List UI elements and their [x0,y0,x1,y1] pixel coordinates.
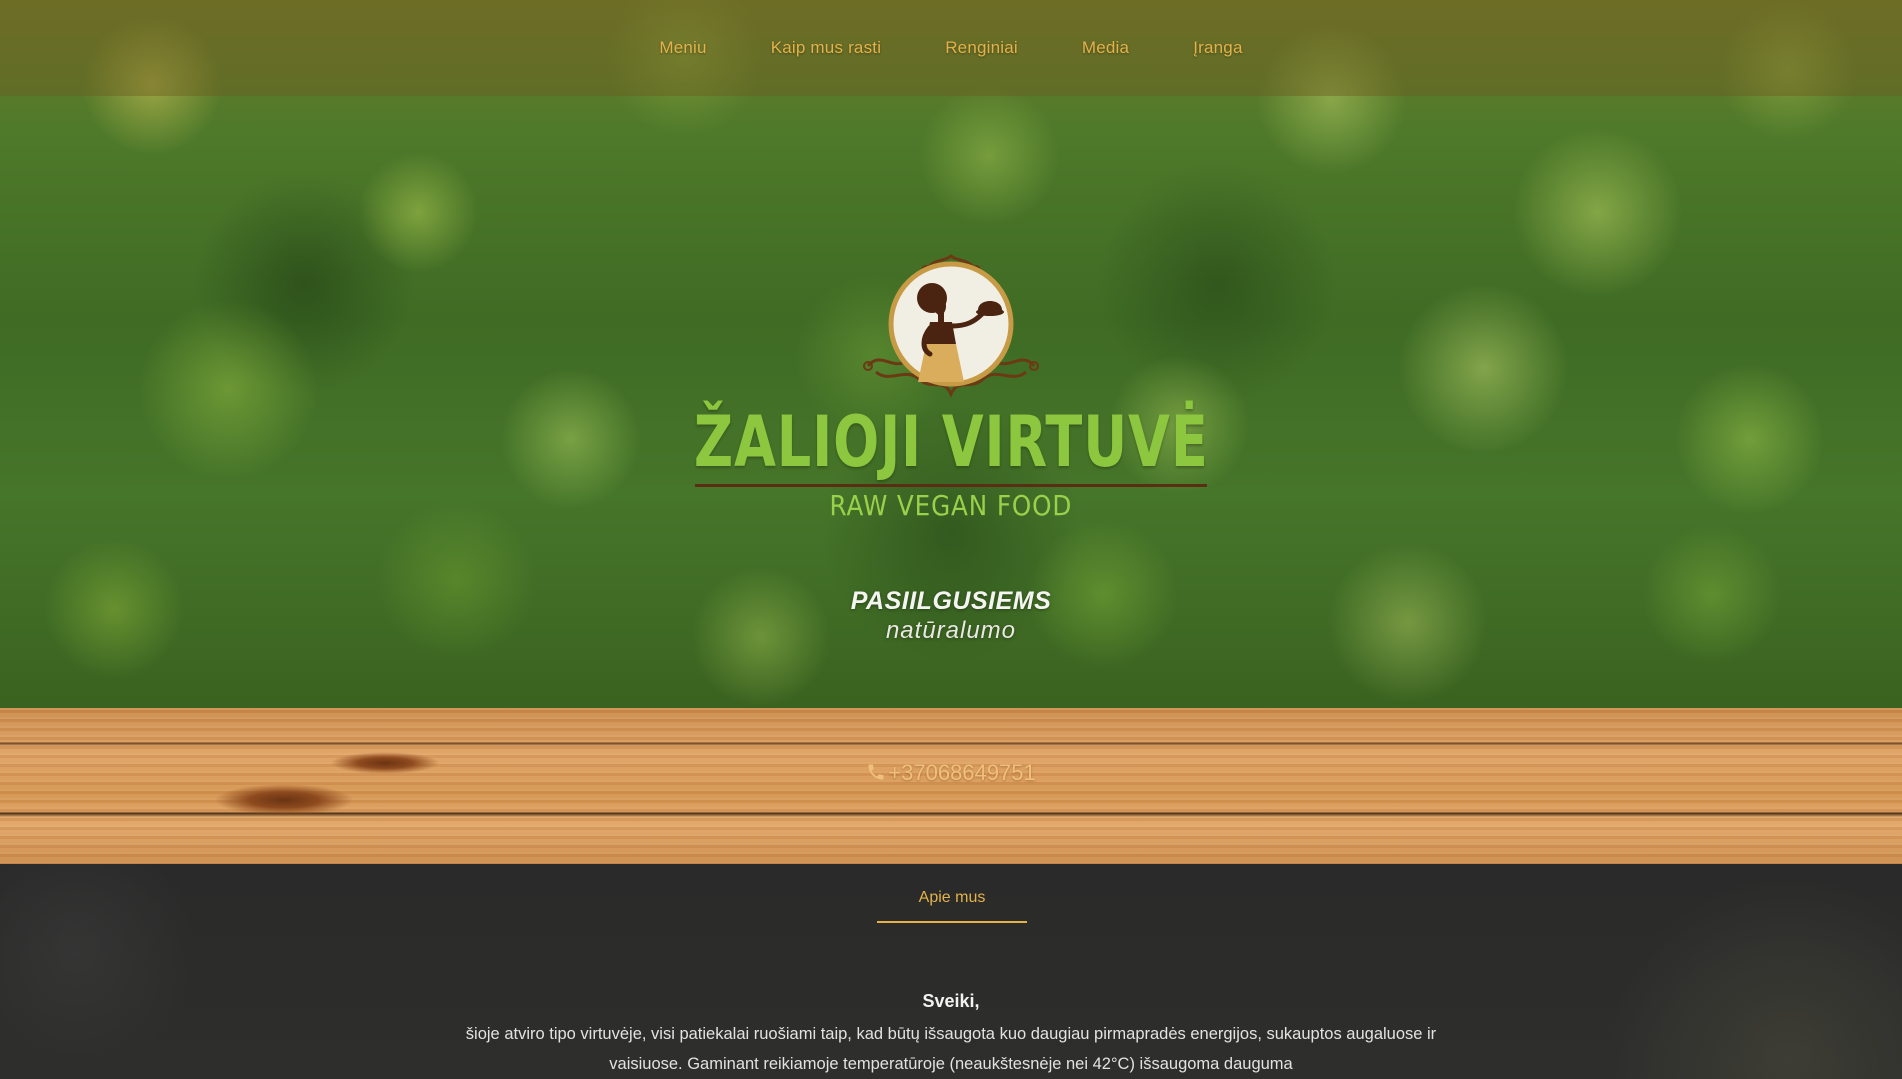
about-section: Apie mus Sveiki, šioje atviro tipo virtu… [0,864,1902,1079]
brand-subtitle: RAW VEGAN FOOD [829,489,1073,522]
tab-apie-mus[interactable]: Apie mus [877,889,1027,923]
waitress-emblem-icon [863,254,1039,398]
brand-divider [695,484,1207,487]
nav-item-media[interactable]: Media [1082,38,1129,58]
wood-knot [214,784,354,816]
phone-contact[interactable]: +37068649751 [0,760,1902,786]
phone-icon [866,760,886,786]
nav-item-meniu[interactable]: Meniu [659,38,706,58]
about-paragraph: šioje atviro tipo virtuvėje, visi patiek… [465,1025,1437,1073]
tagline-primary: PASIILGUSIEMS [850,587,1052,615]
nav-menu: Meniu Kaip mus rasti Renginiai Media Įra… [627,38,1274,58]
hero-tagline: PASIILGUSIEMS natūralumo [0,586,1902,646]
about-greeting: Sveiki, [922,991,980,1011]
nav-item-iranga[interactable]: Įranga [1193,38,1242,58]
nav-item-renginiai[interactable]: Renginiai [945,38,1018,58]
nav-item-kaip-mus-rasti[interactable]: Kaip mus rasti [771,38,882,58]
tagline-secondary: natūralumo [885,617,1017,644]
top-navigation: Meniu Kaip mus rasti Renginiai Media Įra… [0,0,1902,96]
brand-logo: ŽALIOJI VIRTUVĖ RAW VEGAN FOOD [0,248,1902,523]
brand-title: ŽALIOJI VIRTUVĖ [693,401,1209,483]
page: Meniu Kaip mus rasti Renginiai Media Įra… [0,0,1902,1079]
phone-number: +37068649751 [888,760,1036,785]
wood-band [0,708,1902,864]
